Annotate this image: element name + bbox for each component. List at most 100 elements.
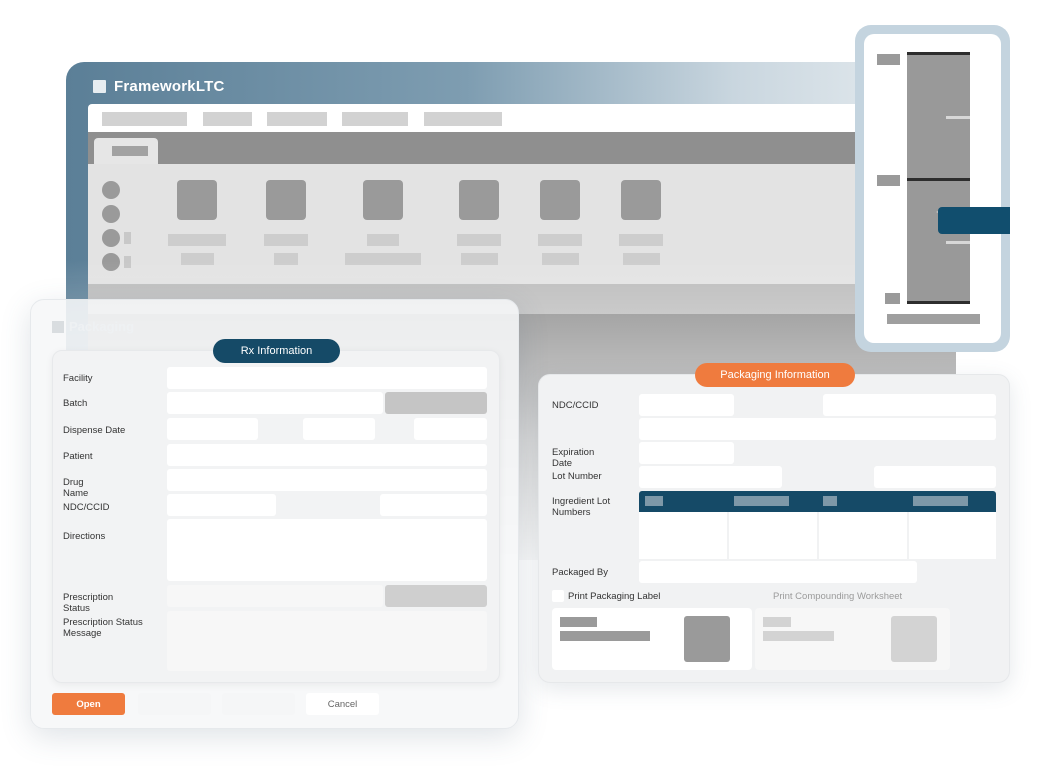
drug-name-field[interactable] (167, 469, 487, 491)
scale-minor-tick (946, 241, 970, 244)
ribbon-button-label (457, 234, 501, 246)
rx-information-panel: Rx Information Facility Batch Dispense D… (52, 339, 500, 683)
ribbon-small-label (124, 232, 131, 244)
app-title: FrameworkLTC (114, 78, 225, 95)
ribbon-button-icon[interactable] (459, 180, 499, 220)
lot-number-field[interactable] (639, 466, 782, 488)
pk-ndc-ccid-secondary-field[interactable] (823, 394, 996, 416)
ndc-ccid-secondary-field[interactable] (380, 494, 487, 516)
ribbon-button-label (264, 234, 308, 246)
batch-label: Batch (63, 398, 88, 409)
worksheet-preview-line (763, 631, 834, 641)
lot-number-secondary-field[interactable] (874, 466, 996, 488)
directions-textarea[interactable] (167, 519, 487, 581)
dispense-date-field[interactable] (167, 418, 258, 440)
packaged-by-label: Packaged By (552, 567, 608, 578)
app-logo-icon (93, 80, 106, 93)
ndc-ccid-label: NDC/CCID (63, 502, 110, 513)
ingredient-lot-numbers-label: Ingredient Lot Numbers (552, 496, 611, 518)
prescription-status-message-field[interactable] (167, 611, 487, 671)
batch-field[interactable] (167, 392, 383, 414)
ribbon-tab-strip (88, 132, 956, 164)
cancel-button[interactable]: Cancel (306, 693, 379, 715)
lot-number-label: Lot Number (552, 471, 602, 482)
ingredient-lot-table (639, 491, 996, 559)
ribbon-button-icon[interactable] (540, 180, 580, 220)
ribbon-toolbar (88, 164, 956, 284)
print-packaging-label-text: Print Packaging Label (568, 591, 661, 602)
dispense-extra-field[interactable] (414, 418, 487, 440)
scale-column (907, 52, 970, 304)
ribbon-tab-label (112, 146, 148, 156)
pk-ndc-ccid-label: NDC/CCID (552, 400, 599, 411)
table-header-cell (645, 496, 663, 506)
prescription-status-button[interactable] (385, 585, 487, 607)
ribbon-button-icon[interactable] (266, 180, 306, 220)
table-cell[interactable] (819, 512, 907, 559)
scale-widget (855, 25, 1010, 352)
expiration-date-field[interactable] (639, 442, 734, 464)
scale-label (885, 293, 900, 304)
packaged-by-field[interactable] (639, 561, 917, 583)
ribbon-button-icon[interactable] (621, 180, 661, 220)
pk-ndc-ccid-field[interactable] (639, 394, 734, 416)
print-compounding-worksheet-text[interactable]: Print Compounding Worksheet (773, 591, 902, 602)
batch-lookup-button[interactable] (385, 392, 487, 414)
prescription-status-label: Prescription Status (63, 592, 114, 614)
ndc-ccid-field[interactable] (167, 494, 276, 516)
directions-label: Directions (63, 531, 106, 542)
rx-information-header: Rx Information (213, 339, 340, 363)
table-cell[interactable] (729, 512, 817, 559)
scale-major-tick (907, 178, 970, 181)
menu-item[interactable] (267, 112, 327, 126)
packaging-information-header: Packaging Information (695, 363, 855, 387)
table-cell[interactable] (909, 512, 996, 559)
ribbon-button-label (168, 234, 226, 246)
ribbon-button-icon[interactable] (363, 180, 403, 220)
ribbon-small-label (124, 256, 131, 268)
table-header-cell (823, 496, 837, 506)
dialog-button-placeholder[interactable] (138, 693, 211, 715)
print-packaging-label-checkbox[interactable] (552, 590, 564, 602)
scale-label (877, 54, 900, 65)
dialog-button-placeholder[interactable] (222, 693, 295, 715)
scale-level-marker[interactable] (938, 207, 1010, 234)
scale-major-tick (907, 52, 970, 55)
ribbon-small-icon[interactable] (102, 229, 120, 247)
facility-field[interactable] (167, 367, 487, 389)
ribbon-small-icon[interactable] (102, 205, 120, 223)
ribbon-button-label (367, 234, 399, 246)
worksheet-preview-line (763, 617, 791, 627)
patient-field[interactable] (167, 444, 487, 466)
dispense-date-label: Dispense Date (63, 425, 126, 436)
ribbon-small-icon[interactable] (102, 253, 120, 271)
scale-panel (864, 34, 1001, 343)
scale-minor-tick (946, 116, 970, 119)
ribbon-button-label (623, 253, 660, 265)
dispense-time-field[interactable] (303, 418, 375, 440)
label-preview-line (560, 631, 650, 641)
ribbon-button-icon[interactable] (177, 180, 217, 220)
ribbon-button-label (181, 253, 214, 265)
scale-major-tick (907, 301, 970, 304)
ribbon-button-label (619, 234, 663, 246)
menu-item[interactable] (102, 112, 187, 126)
worksheet-preview-image (891, 616, 937, 662)
ribbon-button-label (461, 253, 498, 265)
menu-item[interactable] (424, 112, 502, 126)
label-preview-image (684, 616, 730, 662)
ribbon-tab-active[interactable] (94, 138, 158, 164)
menu-item[interactable] (203, 112, 252, 126)
patient-label: Patient (63, 451, 93, 462)
ribbon-button-label (274, 253, 298, 265)
menu-item[interactable] (342, 112, 408, 126)
ribbon-small-icon[interactable] (102, 181, 120, 199)
open-button[interactable]: Open (52, 693, 125, 715)
dialog-titlebar: Packaging (52, 319, 134, 334)
packaging-dialog: Packaging Rx Information Facility Batch … (30, 299, 519, 729)
expiration-date-label: Expiration Date (552, 447, 595, 469)
pk-drug-description-field[interactable] (639, 418, 996, 440)
table-cell[interactable] (639, 512, 727, 559)
prescription-status-field[interactable] (167, 585, 383, 607)
ribbon-button-label (345, 253, 421, 265)
